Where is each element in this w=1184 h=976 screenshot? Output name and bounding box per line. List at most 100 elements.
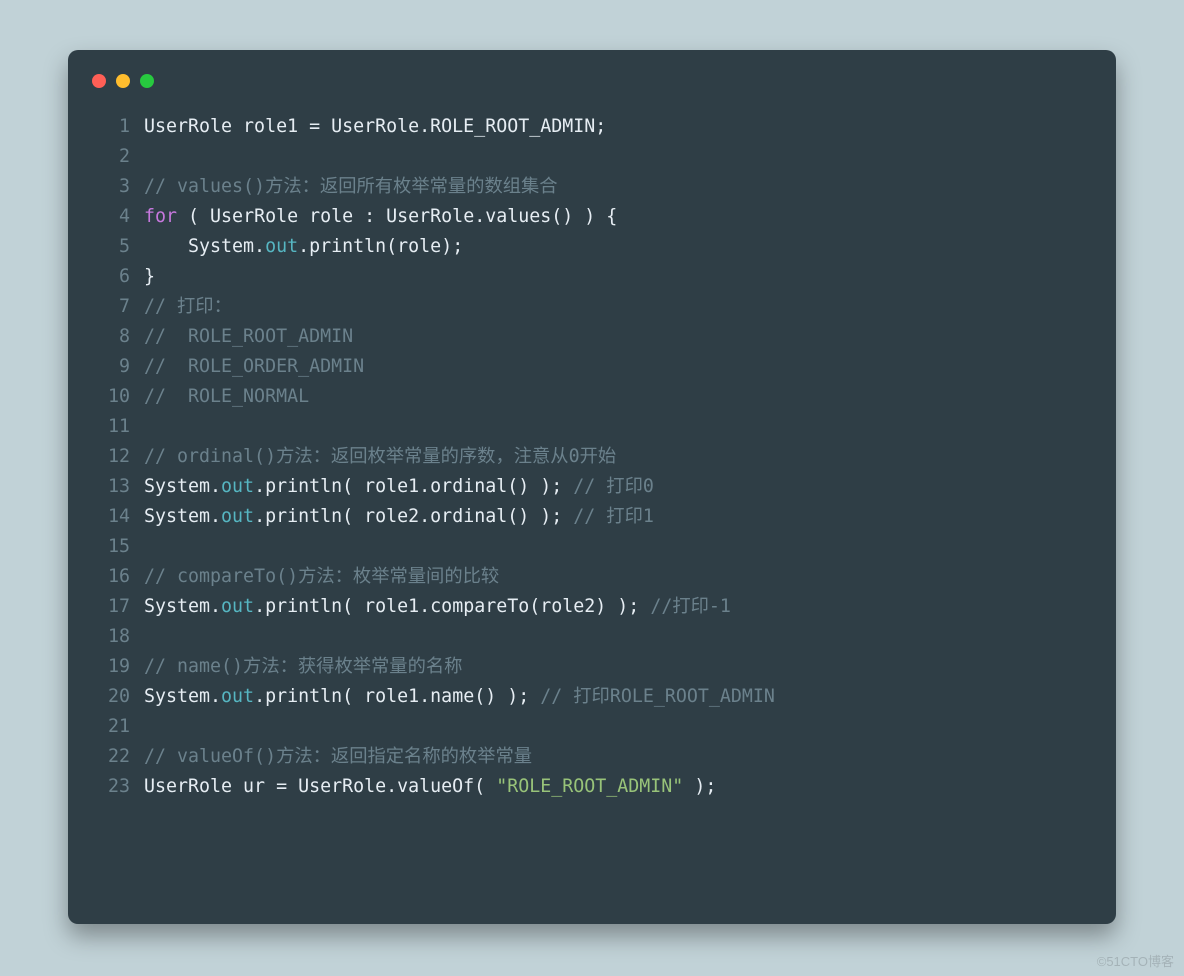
code-token: .println( role1.compareTo(role2) );: [254, 596, 650, 617]
line-content: // name()方法：获得枚举常量的名称: [144, 652, 462, 682]
line-content: // values()方法：返回所有枚举常量的数组集合: [144, 172, 558, 202]
code-token: // valueOf()方法：返回指定名称的枚举常量: [144, 746, 532, 767]
line-content: System.out.println( role1.name() ); // 打…: [144, 682, 775, 712]
line-content: // ordinal()方法：返回枚举常量的序数，注意从0开始: [144, 442, 616, 472]
code-line: 15: [92, 532, 1092, 562]
line-number: 4: [92, 202, 144, 232]
code-token: UserRole ur = UserRole.valueOf(: [144, 776, 496, 797]
code-token: out: [221, 476, 254, 497]
line-number: 21: [92, 712, 144, 742]
code-block: 1UserRole role1 = UserRole.ROLE_ROOT_ADM…: [92, 112, 1092, 802]
line-content: }: [144, 262, 155, 292]
code-line: 20System.out.println( role1.name() ); //…: [92, 682, 1092, 712]
code-token: System.: [144, 686, 221, 707]
line-content: System.out.println( role1.compareTo(role…: [144, 592, 731, 622]
code-line: 2: [92, 142, 1092, 172]
line-content: for ( UserRole role : UserRole.values() …: [144, 202, 617, 232]
line-number: 17: [92, 592, 144, 622]
code-token: UserRole role1 = UserRole.ROLE_ROOT_ADMI…: [144, 116, 606, 137]
code-token: // 打印ROLE_ROOT_ADMIN: [540, 686, 775, 707]
line-number: 2: [92, 142, 144, 172]
line-number: 10: [92, 382, 144, 412]
code-token: }: [144, 266, 155, 287]
line-content: System.out.println( role1.ordinal() ); /…: [144, 472, 654, 502]
line-content: // valueOf()方法：返回指定名称的枚举常量: [144, 742, 532, 772]
line-content: // ROLE_ORDER_ADMIN: [144, 352, 364, 382]
code-token: // 打印：: [144, 296, 232, 317]
code-line: 8// ROLE_ROOT_ADMIN: [92, 322, 1092, 352]
line-number: 19: [92, 652, 144, 682]
code-token: // 打印1: [573, 506, 654, 527]
code-line: 19// name()方法：获得枚举常量的名称: [92, 652, 1092, 682]
line-number: 23: [92, 772, 144, 802]
code-token: out: [221, 686, 254, 707]
line-number: 20: [92, 682, 144, 712]
line-number: 13: [92, 472, 144, 502]
code-token: // ordinal()方法：返回枚举常量的序数，注意从0开始: [144, 446, 616, 467]
code-token: );: [683, 776, 716, 797]
code-line: 13System.out.println( role1.ordinal() );…: [92, 472, 1092, 502]
code-line: 22// valueOf()方法：返回指定名称的枚举常量: [92, 742, 1092, 772]
code-token: // ROLE_NORMAL: [144, 386, 309, 407]
line-number: 6: [92, 262, 144, 292]
line-number: 15: [92, 532, 144, 562]
window-traffic-lights: [92, 74, 154, 88]
line-number: 3: [92, 172, 144, 202]
watermark: ©51CTO博客: [1097, 951, 1174, 970]
code-token: .println( role1.ordinal() );: [254, 476, 573, 497]
code-token: //打印-1: [650, 596, 731, 617]
code-token: // ROLE_ROOT_ADMIN: [144, 326, 353, 347]
code-line: 6}: [92, 262, 1092, 292]
code-token: System.: [144, 476, 221, 497]
code-token: "ROLE_ROOT_ADMIN": [496, 776, 683, 797]
code-token: out: [265, 236, 298, 257]
code-token: // 打印0: [573, 476, 654, 497]
code-line: 23UserRole ur = UserRole.valueOf( "ROLE_…: [92, 772, 1092, 802]
line-number: 11: [92, 412, 144, 442]
code-line: 12// ordinal()方法：返回枚举常量的序数，注意从0开始: [92, 442, 1092, 472]
code-token: // ROLE_ORDER_ADMIN: [144, 356, 364, 377]
code-token: System.: [144, 506, 221, 527]
code-line: 11: [92, 412, 1092, 442]
line-content: System.out.println( role2.ordinal() ); /…: [144, 502, 654, 532]
code-token: out: [221, 506, 254, 527]
close-icon[interactable]: [92, 74, 106, 88]
line-content: // compareTo()方法：枚举常量间的比较: [144, 562, 499, 592]
code-token: // values()方法：返回所有枚举常量的数组集合: [144, 176, 558, 197]
code-line: 21: [92, 712, 1092, 742]
line-content: // 打印：: [144, 292, 232, 322]
line-content: UserRole ur = UserRole.valueOf( "ROLE_RO…: [144, 772, 716, 802]
code-token: System.: [144, 236, 265, 257]
line-content: // ROLE_ROOT_ADMIN: [144, 322, 353, 352]
code-token: // compareTo()方法：枚举常量间的比较: [144, 566, 499, 587]
code-line: 7// 打印：: [92, 292, 1092, 322]
code-token: // name()方法：获得枚举常量的名称: [144, 656, 462, 677]
line-content: System.out.println(role);: [144, 232, 463, 262]
zoom-icon[interactable]: [140, 74, 154, 88]
line-number: 12: [92, 442, 144, 472]
code-line: 14System.out.println( role2.ordinal() );…: [92, 502, 1092, 532]
code-line: 18: [92, 622, 1092, 652]
line-number: 22: [92, 742, 144, 772]
line-number: 8: [92, 322, 144, 352]
line-number: 9: [92, 352, 144, 382]
code-token: out: [221, 596, 254, 617]
code-line: 1UserRole role1 = UserRole.ROLE_ROOT_ADM…: [92, 112, 1092, 142]
line-content: // ROLE_NORMAL: [144, 382, 309, 412]
line-number: 7: [92, 292, 144, 322]
code-token: System.: [144, 596, 221, 617]
code-token: ( UserRole role : UserRole.values() ) {: [177, 206, 617, 227]
code-token: .println( role2.ordinal() );: [254, 506, 573, 527]
minimize-icon[interactable]: [116, 74, 130, 88]
line-content: UserRole role1 = UserRole.ROLE_ROOT_ADMI…: [144, 112, 606, 142]
code-line: 10// ROLE_NORMAL: [92, 382, 1092, 412]
line-number: 16: [92, 562, 144, 592]
code-token: .println(role);: [298, 236, 463, 257]
line-number: 18: [92, 622, 144, 652]
code-line: 5 System.out.println(role);: [92, 232, 1092, 262]
code-line: 3// values()方法：返回所有枚举常量的数组集合: [92, 172, 1092, 202]
code-line: 9// ROLE_ORDER_ADMIN: [92, 352, 1092, 382]
line-number: 1: [92, 112, 144, 142]
line-number: 14: [92, 502, 144, 532]
code-window: 1UserRole role1 = UserRole.ROLE_ROOT_ADM…: [68, 50, 1116, 924]
